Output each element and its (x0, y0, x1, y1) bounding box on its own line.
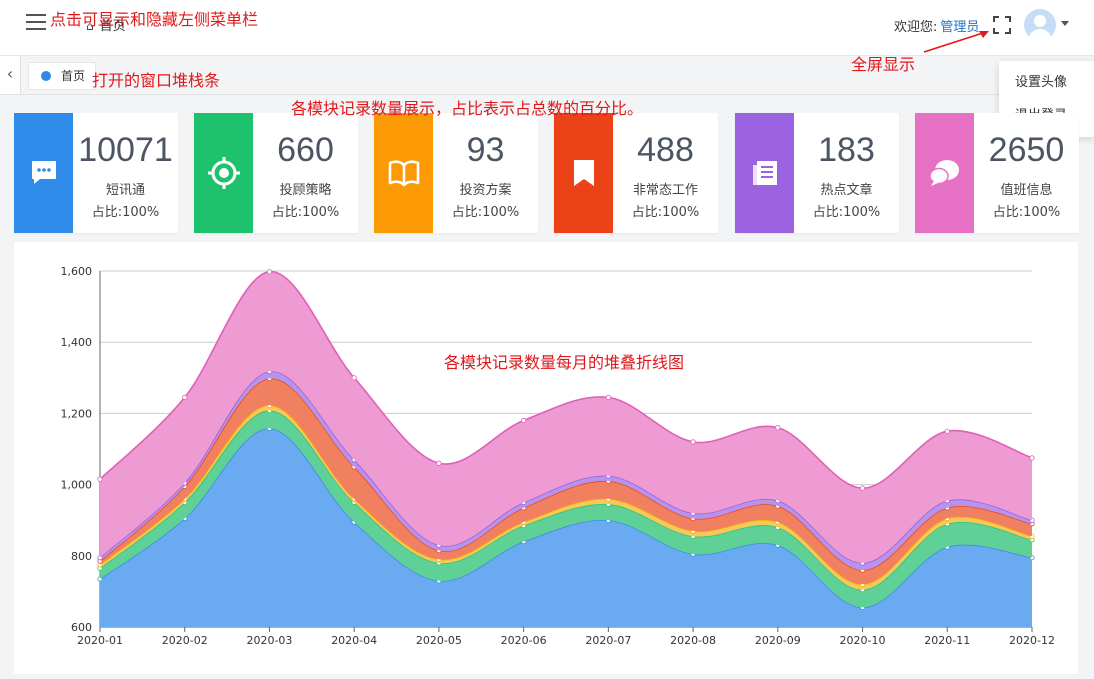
stat-card-duty-info[interactable]: 2650 值班信息 占比:100% (915, 113, 1079, 233)
card-ratio: 占比:100% (271, 205, 340, 220)
bookmark-icon (573, 160, 594, 186)
x-tick-label: 2020-10 (840, 634, 886, 647)
avatar[interactable] (1024, 9, 1056, 41)
chart-panel: 600 800 1,000 1,200 1,400 1,600 2020-01 2020-02… (14, 242, 1078, 674)
data-point (690, 439, 696, 445)
article-icon (752, 161, 777, 185)
data-point (351, 375, 357, 381)
card-count: 93 (466, 131, 505, 169)
card-count: 183 (818, 131, 875, 169)
stat-card-abnormal-work[interactable]: 488 非常态工作 占比:100% (554, 113, 718, 233)
card-label: 短讯通 (105, 183, 145, 198)
x-tick-label: 2020-05 (416, 634, 462, 647)
data-point (521, 417, 527, 424)
card-label: 值班信息 (1000, 183, 1053, 198)
menu-item-set-avatar[interactable]: 设置头像 (999, 66, 1094, 99)
card-count: 488 (637, 131, 694, 169)
card-label: 投顾策略 (279, 183, 332, 198)
x-tick-label: 2020-11 (924, 634, 970, 647)
x-tick-label: 2020-02 (162, 634, 208, 647)
card-label: 投资方案 (459, 183, 512, 198)
card-icon-box (735, 113, 794, 233)
tab-label: 首页 (61, 69, 86, 83)
card-icon-box (194, 113, 253, 233)
stat-card-advisory[interactable]: 660 投顾策略 占比:100% (194, 113, 358, 233)
card-icon-box (14, 113, 73, 233)
data-point (605, 394, 611, 400)
data-point (266, 269, 273, 275)
card-icon-box (554, 113, 613, 233)
data-point (944, 428, 950, 434)
x-tick-label: 2020-07 (585, 634, 631, 647)
card-icon-box (374, 113, 433, 233)
card-count: 660 (277, 131, 334, 169)
x-tick-label: 2020-03 (246, 634, 292, 647)
card-count: 2650 (988, 131, 1065, 169)
chevron-left-icon[interactable]: ‹ (0, 56, 21, 94)
tab-home[interactable]: 首页 (28, 62, 97, 90)
x-tick-label: 2020-06 (501, 634, 547, 647)
chevron-down-icon[interactable] (1061, 21, 1069, 26)
chat-bubbles-icon (928, 160, 959, 186)
annotation-chart: 各模块记录数量每月的堆叠折线图 (444, 353, 685, 372)
y-tick-label: 1,200 (61, 407, 93, 420)
card-count: 10071 (78, 131, 173, 169)
menu-toggle-icon[interactable] (26, 14, 46, 30)
y-tick-label: 800 (71, 550, 92, 563)
stacked-area-chart: 600 800 1,000 1,200 1,400 1,600 2020-01 2020-02… (61, 265, 1055, 647)
x-tick-label: 2020-09 (755, 634, 801, 647)
tab-active-dot-icon (41, 71, 51, 81)
data-point (97, 476, 103, 482)
x-tick-label: 2020-01 (77, 634, 123, 647)
card-ratio: 占比:100% (91, 205, 160, 220)
y-tick-label: 1,600 (61, 265, 93, 278)
stat-card-sms[interactable]: 10071 短讯通 占比:100% (14, 113, 178, 233)
y-tick-label: 1,000 (61, 479, 93, 492)
card-ratio: 占比:100% (992, 205, 1061, 220)
data-point (436, 460, 442, 466)
annotation-cards: 各模块记录数量展示，占比表示占总数的百分比。 (291, 99, 644, 118)
card-icon-box (915, 113, 974, 233)
card-label: 热点文章 (820, 183, 873, 198)
annotation-fullscreen: 全屏显示 (851, 55, 916, 74)
target-icon (207, 157, 240, 189)
annotation-menu-toggle: 点击可显示和隐藏左侧菜单栏 (50, 10, 259, 29)
card-label: 非常态工作 (632, 183, 698, 198)
annotation-tabs: 打开的窗口堆栈条 (92, 71, 221, 90)
chat-bubble-icon (31, 161, 56, 184)
y-tick-label: 1,400 (61, 336, 93, 349)
data-point (859, 485, 866, 491)
stat-card-investment-plan[interactable]: 93 投资方案 占比:100% (374, 113, 538, 233)
y-tick-label: 600 (71, 621, 92, 634)
x-tick-label: 2020-12 (1009, 634, 1055, 647)
x-tick-label: 2020-04 (331, 634, 377, 647)
stat-card-hot-articles[interactable]: 183 热点文章 占比:100% (735, 113, 899, 233)
card-ratio: 占比:100% (451, 205, 520, 220)
data-point (1029, 455, 1035, 461)
data-point (182, 394, 188, 400)
data-point (775, 425, 781, 431)
annotation-arrow-icon (923, 31, 989, 53)
card-ratio: 占比:100% (631, 205, 700, 220)
x-tick-label: 2020-08 (670, 634, 716, 647)
book-icon (388, 160, 419, 187)
card-ratio: 占比:100% (812, 205, 881, 220)
